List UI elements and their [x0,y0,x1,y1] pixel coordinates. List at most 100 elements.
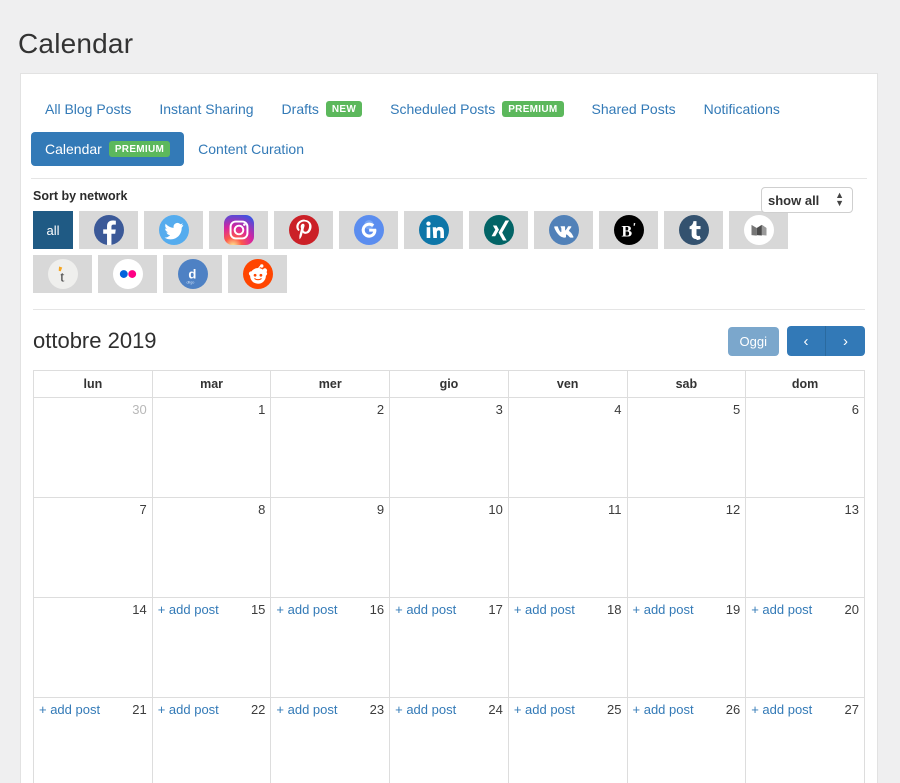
bloglovin-icon: B [613,215,644,245]
today-button[interactable]: Oggi [727,326,779,356]
calendar-header: ottobre 2019 Oggi ‹ › [33,324,865,358]
network-filter-twitter[interactable] [144,211,203,249]
tab-label: Instant Sharing [159,101,254,117]
calendar-day-cell[interactable]: 12 [626,497,747,598]
calendar-day-cell-top: + add post 24 [390,698,508,720]
add-post-link[interactable]: + add post [158,602,219,617]
calendar-day-cell[interactable]: 10 [389,497,509,598]
calendar-day-number: 13 [844,502,859,517]
calendar-day-cell[interactable]: + add post 26 [626,697,747,783]
add-post-link[interactable]: + add post [39,702,100,717]
network-filter-reddit[interactable] [228,255,287,293]
calendar-day-cell[interactable]: 4 [507,397,628,498]
tab-all-blog-posts[interactable]: All Blog Posts [31,92,145,126]
tab-drafts[interactable]: Drafts NEW [268,92,377,126]
calendar-day-number: 17 [488,602,503,617]
calendar-day-cell[interactable]: 2 [270,397,391,498]
main-card: All Blog Posts Instant Sharing Drafts NEW Sc… [20,73,878,783]
tab-label: Shared Posts [591,101,676,117]
calendar-day-cell-top: + add post 17 [390,598,508,620]
tab-bar: All Blog Posts Instant Sharing Drafts NEW Sc… [21,74,877,166]
calendar-day-cell[interactable]: 9 [270,497,391,598]
calendar-day-cell[interactable]: 6 [745,397,865,498]
add-post-link[interactable]: + add post [633,602,694,617]
tab-content-curation[interactable]: Content Curation [184,132,318,166]
calendar-day-cell-top: 13 [746,498,864,520]
network-filter-typepad[interactable]: t [33,255,92,293]
tab-label: Notifications [703,101,780,117]
add-post-link[interactable]: + add post [751,702,812,717]
add-post-link[interactable]: + add post [276,602,337,617]
add-post-link[interactable]: + add post [276,702,337,717]
calendar-nav-buttons: Oggi ‹ › [727,326,865,356]
network-filter-instagram[interactable] [209,211,268,249]
calendar-week-row: + add post 21 + add post 22 + add post 23 + ad… [33,697,865,783]
network-filter-diigo[interactable]: d diigo [163,255,222,293]
calendar-day-cell-top: + add post 18 [509,598,627,620]
add-post-link[interactable]: + add post [514,602,575,617]
calendar-day-cell[interactable]: 7 [33,497,153,598]
tab-instant-sharing[interactable]: Instant Sharing [145,92,267,126]
network-filter-xing[interactable] [469,211,528,249]
calendar-day-cell[interactable]: + add post 20 [745,597,865,698]
calendar-day-number: 1 [258,402,266,417]
network-filter-bloglovin[interactable]: B [599,211,658,249]
calendar-day-number: 25 [607,702,622,717]
network-filter-all[interactable]: all [33,211,73,249]
network-filter-linkedin[interactable] [404,211,463,249]
twitter-icon [158,215,189,245]
calendar-day-cell[interactable]: 13 [745,497,865,598]
tab-calendar[interactable]: Calendar PREMIUM [31,132,185,166]
prev-month-button[interactable]: ‹ [787,326,826,356]
tab-notifications[interactable]: Notifications [690,92,794,126]
calendar-day-cell[interactable]: + add post 24 [389,697,509,783]
calendar-day-cell-top: + add post 25 [509,698,627,720]
calendar-day-cell[interactable]: 8 [151,497,272,598]
calendar-day-cell-top: 8 [153,498,271,520]
typepad-icon: t [47,259,78,289]
calendar-day-cell[interactable]: + add post 15 [151,597,272,698]
add-post-link[interactable]: + add post [633,702,694,717]
add-post-link[interactable]: + add post [514,702,575,717]
network-filter-google[interactable] [339,211,398,249]
add-post-link[interactable]: + add post [395,702,456,717]
calendar-day-number: 24 [488,702,503,717]
calendar-week-row: 7 8 9 10 11 12 13 [33,497,865,598]
add-post-link[interactable]: + add post [158,702,219,717]
calendar-day-cell[interactable]: + add post 19 [626,597,747,698]
calendar-day-number: 9 [376,502,385,517]
network-filter-facebook[interactable] [79,211,138,249]
calendar-day-cell[interactable]: + add post 21 [33,697,153,783]
show-all-select[interactable]: show all [761,187,853,213]
reddit-icon [242,259,273,289]
calendar-day-cell[interactable]: 5 [626,397,747,498]
calendar-day-cell[interactable]: + add post 27 [745,697,865,783]
calendar-day-cell[interactable]: 11 [507,497,628,598]
calendar-week-row: 30 1 2 3 4 5 6 [33,397,865,498]
calendar-week-row: 14 + add post 15 + add post 16 + add post 17 + … [33,597,865,698]
calendar-day-cell[interactable]: 3 [389,397,509,498]
calendar-day-cell[interactable]: 14 [33,597,153,698]
tab-shared-posts[interactable]: Shared Posts [578,92,690,126]
tab-badge: NEW [325,101,363,117]
calendar-day-cell[interactable]: + add post 23 [270,697,391,783]
calendar-day-cell[interactable]: + add post 22 [151,697,272,783]
medium-icon [743,215,774,245]
network-filter-vk[interactable] [534,211,593,249]
calendar-day-cell[interactable]: + add post 25 [507,697,628,783]
tab-label: Scheduled Posts [390,101,496,117]
calendar-day-cell[interactable]: 30 [33,397,153,498]
network-filter-flickr[interactable] [98,255,157,293]
calendar-day-cell[interactable]: 1 [151,397,272,498]
calendar-day-number: 11 [608,502,622,517]
next-month-button[interactable]: › [826,326,865,356]
add-post-link[interactable]: + add post [751,602,812,617]
tab-scheduled-posts[interactable]: Scheduled Posts PREMIUM [376,92,577,126]
network-filter-tumblr[interactable] [664,211,723,249]
network-filter-medium[interactable] [729,211,788,249]
calendar-day-cell[interactable]: + add post 16 [270,597,391,698]
calendar-day-cell[interactable]: + add post 18 [507,597,628,698]
add-post-link[interactable]: + add post [395,602,456,617]
network-filter-pinterest[interactable] [274,211,333,249]
calendar-day-cell[interactable]: + add post 17 [389,597,509,698]
